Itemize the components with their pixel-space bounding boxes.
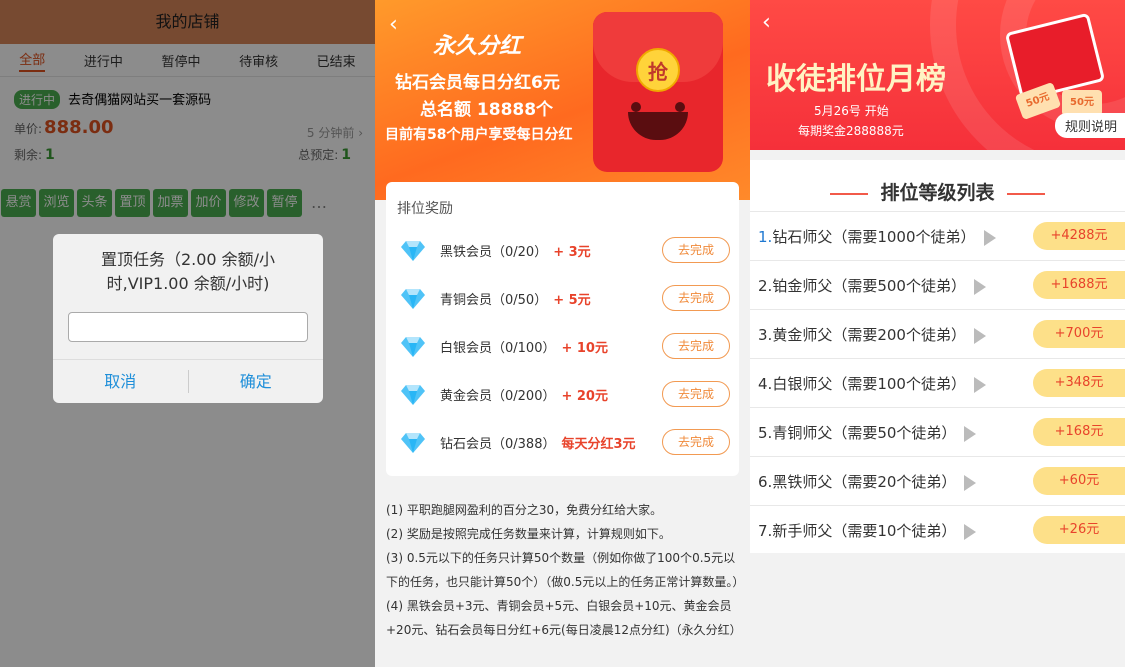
- reward-row: 青铜会员（0/50） + 5元 去完成: [400, 274, 730, 322]
- confirm-button[interactable]: 确定: [189, 360, 324, 403]
- ranking-banner: ‹ 收徒排位月榜 5月26号 开始 每期奖金288888元 50元 50元 规则…: [750, 0, 1125, 150]
- tier-name: 白银会员（0/100）: [440, 340, 556, 356]
- rank-amount: +1688元: [1033, 271, 1125, 299]
- rank-row[interactable]: 6.黑铁师父（需要20个徒弟） +60元: [750, 456, 1125, 505]
- rank-label: 黄金师父（需要200个徒弟）: [772, 326, 966, 344]
- rewards-card: 排位奖励 黑铁会员（0/20） + 3元 去完成 青铜会员（0/50） + 5元 去完成白…: [386, 182, 739, 476]
- rank-row[interactable]: 2.铂金师父（需要500个徒弟） +1688元: [750, 260, 1125, 309]
- rank-row[interactable]: 4.白银师父（需要100个徒弟） +348元: [750, 358, 1125, 407]
- go-complete-button[interactable]: 去完成: [662, 381, 730, 407]
- rank-index: 2.: [758, 277, 773, 295]
- rank-label: 新手师父（需要10个徒弟）: [772, 522, 957, 540]
- rank-row[interactable]: 5.青铜师父（需要50个徒弟） +168元: [750, 407, 1125, 456]
- shop-screen: 我的店铺 全部 进行中 暂停中 待审核 已结束 进行中 去奇偶猫网站买一套源码 …: [0, 0, 375, 667]
- reward-row: 黄金会员（0/200） + 20元 去完成: [400, 370, 730, 418]
- list-title: 排位等级列表: [750, 178, 1125, 205]
- play-arrow-icon: [964, 474, 977, 491]
- rank-amount: +700元: [1033, 320, 1125, 348]
- diamond-icon: [401, 241, 425, 261]
- go-complete-button[interactable]: 去完成: [662, 285, 730, 311]
- rank-label: 白银师父（需要100个徒弟）: [772, 375, 966, 393]
- dialog-title: 置顶任务（2.00 余额/小时,VIP1.00 余额/小时): [100, 250, 276, 293]
- tier-reward: + 10元: [561, 340, 608, 356]
- rule-item: (1) 平职跑腿网盈利的百分之30，免费分红给大家。: [386, 503, 663, 517]
- go-complete-button[interactable]: 去完成: [662, 237, 730, 263]
- rank-index: 7.: [758, 522, 773, 540]
- hours-input[interactable]: [68, 312, 308, 342]
- tier-name: 青铜会员（0/50）: [440, 292, 548, 308]
- reward-row: 钻石会员（0/388） 每天分红3元 去完成: [400, 418, 730, 466]
- reward-row: 白银会员（0/100） + 10元 去完成: [400, 322, 730, 370]
- rank-label: 铂金师父（需要500个徒弟）: [772, 277, 966, 295]
- rank-amount: +26元: [1033, 516, 1125, 544]
- rank-label: 黑铁师父（需要20个徒弟）: [772, 473, 957, 491]
- back-icon[interactable]: ‹: [762, 10, 771, 35]
- rank-amount: +348元: [1033, 369, 1125, 397]
- rank-row[interactable]: 3.黄金师父（需要200个徒弟） +700元: [750, 309, 1125, 358]
- tier-reward: 每天分红3元: [561, 436, 636, 452]
- pin-top-dialog: 置顶任务（2.00 余额/小时,VIP1.00 余额/小时) 取消 确定: [53, 234, 323, 403]
- rank-index: 6.: [758, 473, 773, 491]
- rank-index: 5.: [758, 424, 773, 442]
- ranking-screen: ‹ 收徒排位月榜 5月26号 开始 每期奖金288888元 50元 50元 规则…: [750, 0, 1125, 667]
- rule-item: (2) 奖励是按照完成任务数量来计算，计算规则如下。: [386, 527, 671, 541]
- go-complete-button[interactable]: 去完成: [662, 429, 730, 455]
- tier-name: 钻石会员（0/388）: [440, 436, 556, 452]
- tier-reward: + 5元: [553, 292, 591, 308]
- diamond-icon: [401, 433, 425, 453]
- banner-line1: 钻石会员每日分红6元: [395, 73, 560, 93]
- tier-reward: + 20元: [561, 388, 608, 404]
- diamond-icon: [401, 385, 425, 405]
- card-title: 排位奖励: [397, 201, 453, 217]
- play-arrow-icon: [973, 278, 986, 295]
- rank-label: 青铜师父（需要50个徒弟）: [772, 424, 957, 442]
- rule-item: (4) 黑铁会员+3元、青铜会员+5元、白银会员+10元、黄金会员+20元、钻石…: [386, 599, 742, 637]
- banner-title: 收徒排位月榜: [766, 62, 946, 97]
- rank-list: 排位等级列表 1.钻石师父（需要1000个徒弟） +4288元 2.铂金师父（需要5…: [750, 160, 1125, 553]
- go-complete-button[interactable]: 去完成: [662, 333, 730, 359]
- banner-headline: 永久分红: [433, 34, 522, 59]
- tier-name: 黑铁会员（0/20）: [440, 244, 548, 260]
- rank-index: 4.: [758, 375, 773, 393]
- rank-amount: +4288元: [1033, 222, 1125, 250]
- diamond-icon: [401, 289, 425, 309]
- red-envelope-icon: 抢: [593, 12, 723, 172]
- play-arrow-icon: [964, 425, 977, 442]
- banner-line3: 目前有58个用户享受每日分红: [385, 127, 573, 143]
- rank-amount: +60元: [1033, 467, 1125, 495]
- rules-button[interactable]: 规则说明: [1054, 113, 1125, 138]
- rank-row[interactable]: 1.钻石师父（需要1000个徒弟） +4288元: [750, 211, 1125, 260]
- rank-index: 3.: [758, 326, 773, 344]
- diamond-icon: [401, 337, 425, 357]
- rank-index: 1.: [758, 228, 773, 246]
- cancel-button[interactable]: 取消: [53, 360, 188, 403]
- rank-label: 钻石师父（需要1000个徒弟）: [772, 228, 976, 246]
- dividend-banner: ‹ 永久分红 钻石会员每日分红6元 总名额 18888个 目前有58个用户享受每…: [375, 0, 750, 200]
- rules-text: (1) 平职跑腿网盈利的百分之30，免费分红给大家。 (2) 奖励是按照完成任务…: [386, 498, 745, 642]
- rank-row[interactable]: 7.新手师父（需要10个徒弟） +26元: [750, 505, 1125, 554]
- play-arrow-icon: [973, 376, 986, 393]
- rule-item: (3) 0.5元以下的任务只计算50个数量（例如你做了100个0.5元以下的任务…: [386, 551, 745, 589]
- banner-start: 5月26号 开始: [814, 104, 889, 118]
- banner-line2: 总名额 18888个: [420, 100, 554, 120]
- dividend-screen: ‹ 永久分红 钻石会员每日分红6元 总名额 18888个 目前有58个用户享受每…: [375, 0, 750, 667]
- play-arrow-icon: [983, 229, 996, 246]
- tier-reward: + 3元: [553, 244, 591, 260]
- banner-prize: 每期奖金288888元: [798, 124, 904, 138]
- back-icon[interactable]: ‹: [389, 12, 398, 37]
- tier-name: 黄金会员（0/200）: [440, 388, 556, 404]
- grab-coin: 抢: [636, 48, 680, 92]
- play-arrow-icon: [973, 327, 986, 344]
- rank-amount: +168元: [1033, 418, 1125, 446]
- reward-row: 黑铁会员（0/20） + 3元 去完成: [400, 226, 730, 274]
- play-arrow-icon: [964, 523, 977, 540]
